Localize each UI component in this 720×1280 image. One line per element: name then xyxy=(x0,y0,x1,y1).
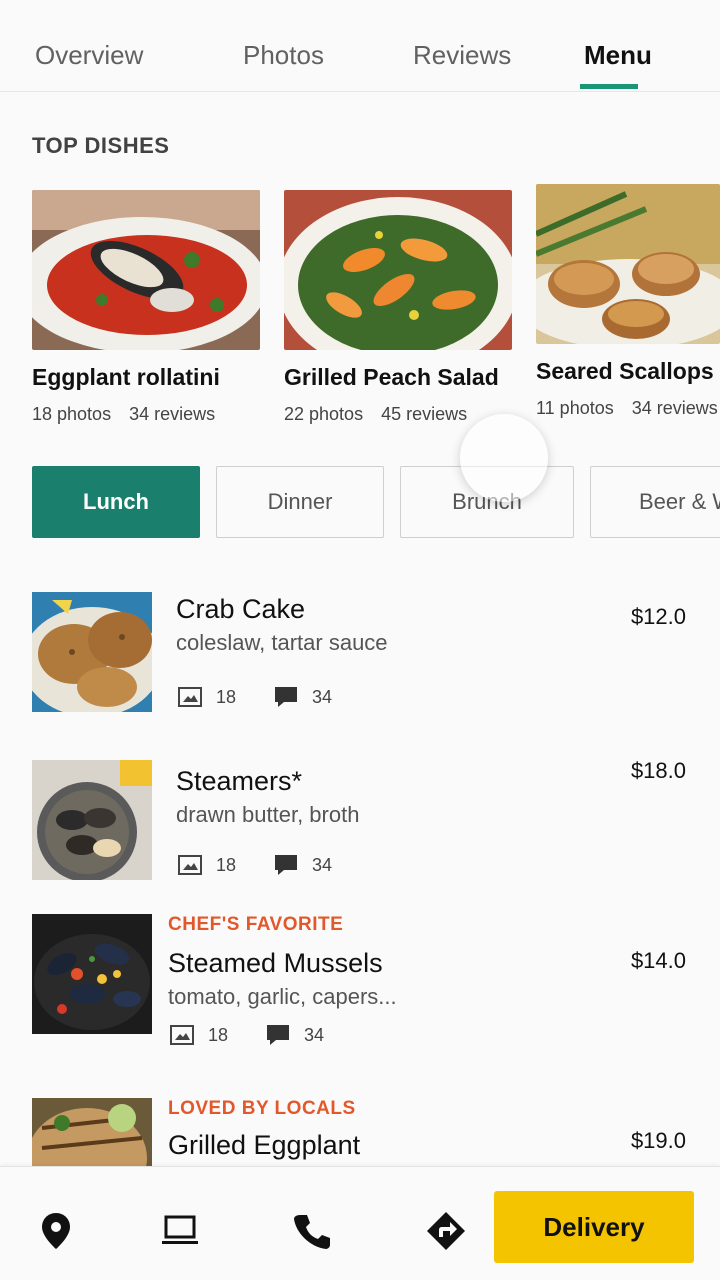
review-count: 34 xyxy=(312,686,333,707)
menu-item-crab-cake[interactable]: Crab Cake coleslaw, tartar sauce $12.0 1… xyxy=(0,592,720,732)
dish-photo xyxy=(284,190,512,350)
menu-item-name: Crab Cake xyxy=(176,594,306,624)
dish-review-count: 34 reviews xyxy=(631,398,718,418)
menu-item-photo xyxy=(32,592,152,712)
dish-meta: 22 photos 45 reviews xyxy=(284,404,467,425)
menu-item-tag: LOVED BY LOCALS xyxy=(168,1098,356,1119)
dish-photo xyxy=(536,184,720,344)
photo-count: 18 xyxy=(216,686,237,707)
dish-name: Eggplant rollatini xyxy=(32,364,220,390)
menu-item-stats: 18 34 xyxy=(178,854,370,876)
menu-item-tag: CHEF'S FAVORITE xyxy=(168,914,344,935)
menu-item-price: $12.0 xyxy=(630,604,686,629)
comment-icon xyxy=(267,1025,290,1045)
touch-ripple xyxy=(460,414,548,502)
review-count: 34 xyxy=(312,854,333,875)
menu-item-price: $14.0 xyxy=(630,948,686,973)
menu-item-stats: 18 34 xyxy=(178,686,370,708)
menu-item-steamed-mussels[interactable]: CHEF'S FAVORITE Steamed Mussels tomato, … xyxy=(0,914,720,1054)
phone-icon[interactable] xyxy=(292,1211,332,1251)
dish-photo xyxy=(32,190,260,350)
menu-item-photo xyxy=(32,914,152,1034)
photo-count: 18 xyxy=(216,854,237,875)
menu-item-stats: 18 34 xyxy=(170,1024,362,1046)
photo-icon xyxy=(170,1025,194,1045)
dish-photo-count: 22 photos xyxy=(284,404,364,424)
bottom-action-bar: Delivery xyxy=(0,1166,720,1280)
comment-icon xyxy=(275,687,298,707)
dish-photo-count: 18 photos xyxy=(32,404,112,424)
photo-icon xyxy=(178,855,202,875)
menu-item-name: Steamed Mussels xyxy=(168,948,383,978)
photo-icon xyxy=(178,687,202,707)
location-pin-icon[interactable] xyxy=(36,1211,76,1251)
menu-item-steamers[interactable]: Steamers* drawn butter, broth $18.0 18 3… xyxy=(0,758,720,900)
menu-item-photo xyxy=(32,1098,152,1166)
tab-overview[interactable]: Overview xyxy=(35,40,143,71)
dish-review-count: 34 reviews xyxy=(129,404,216,424)
filter-chip-lunch[interactable]: Lunch xyxy=(32,466,200,538)
dish-meta: 18 photos 34 reviews xyxy=(32,404,215,425)
menu-item-description: coleslaw, tartar sauce xyxy=(176,630,388,655)
menu-item-name: Grilled Eggplant xyxy=(168,1130,361,1160)
directions-icon[interactable] xyxy=(426,1211,466,1251)
filter-chip-beer-wine[interactable]: Beer & Wine xyxy=(590,466,720,538)
review-count: 34 xyxy=(304,1024,325,1045)
dish-photo-count: 11 photos xyxy=(536,398,614,418)
photo-count: 18 xyxy=(208,1024,229,1045)
dish-meta: 11 photos 34 reviews xyxy=(536,398,718,419)
menu-item-photo xyxy=(32,760,152,880)
menu-item-name: Steamers* xyxy=(176,766,303,796)
dish-name: Seared Scallops xyxy=(536,358,714,384)
menu-item-description: drawn butter, broth xyxy=(176,802,360,827)
menu-item-price: $19.0 xyxy=(630,1128,686,1153)
menu-item-price: $18.0 xyxy=(630,758,686,783)
delivery-button[interactable]: Delivery xyxy=(494,1191,694,1263)
menu-item-grilled-eggplant[interactable]: LOVED BY LOCALS Grilled Eggplant $19.0 xyxy=(0,1098,720,1166)
active-tab-indicator xyxy=(580,84,638,89)
dish-name: Grilled Peach Salad xyxy=(284,364,499,390)
dish-review-count: 45 reviews xyxy=(381,404,468,424)
tab-reviews[interactable]: Reviews xyxy=(413,40,511,71)
laptop-icon[interactable] xyxy=(160,1211,200,1251)
tab-photos[interactable]: Photos xyxy=(243,40,324,71)
tab-menu[interactable]: Menu xyxy=(584,40,652,71)
top-dishes-heading: TOP DISHES xyxy=(32,133,170,158)
comment-icon xyxy=(275,855,298,875)
filter-chip-dinner[interactable]: Dinner xyxy=(216,466,384,538)
tab-bar: Overview Photos Reviews Menu xyxy=(0,0,720,92)
menu-item-description: tomato, garlic, capers... xyxy=(168,984,397,1009)
